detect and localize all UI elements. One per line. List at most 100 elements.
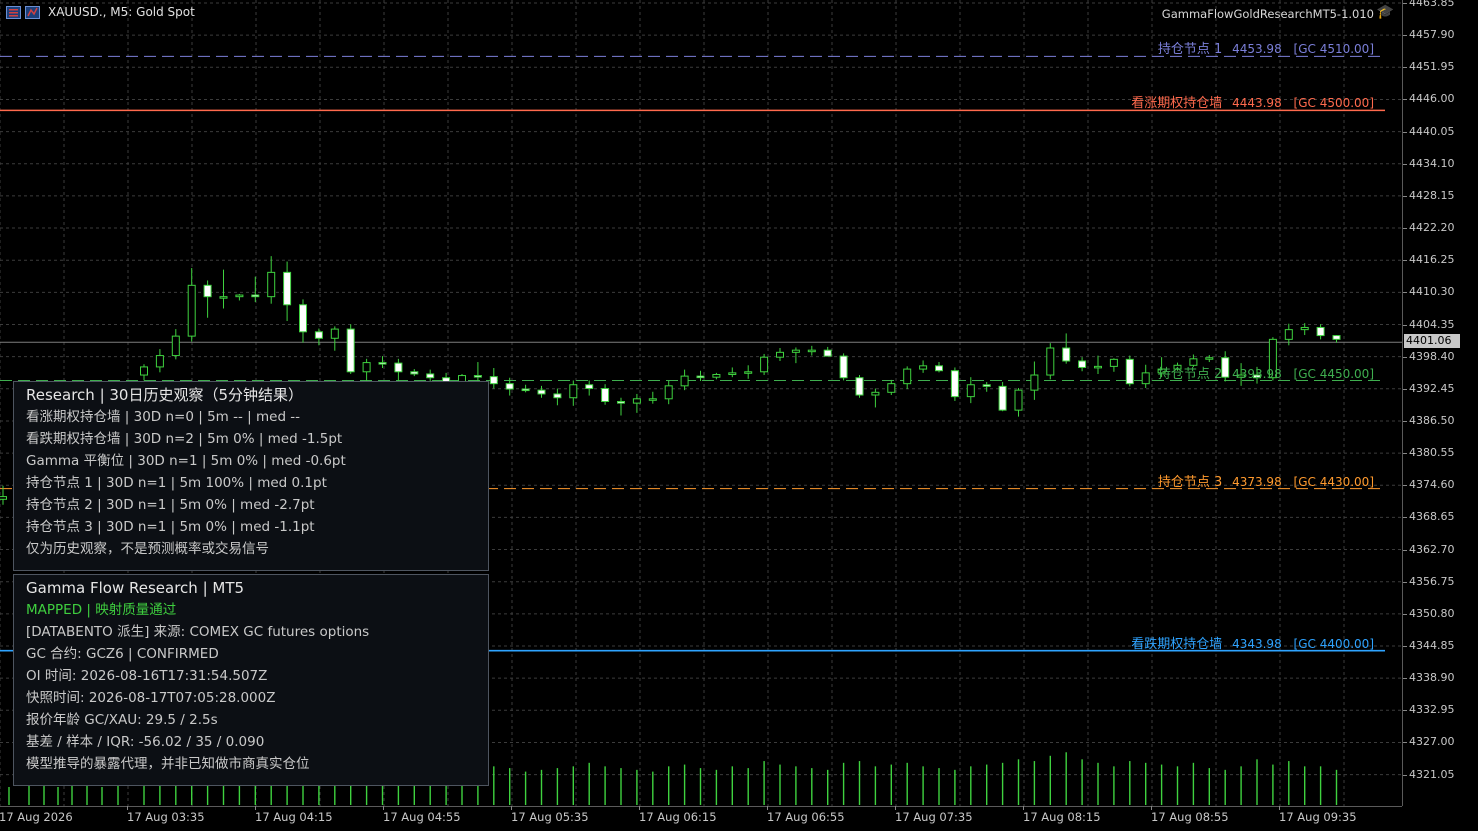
price-scale[interactable]: 4463.85 4457.90 4451.95 4446.00 4440.05 4434.… xyxy=(1402,0,1478,806)
candle xyxy=(553,388,562,406)
time-tick-label: 17 Aug 04:15 xyxy=(255,806,333,824)
candle xyxy=(1062,333,1071,364)
candle xyxy=(1078,357,1087,372)
candle xyxy=(299,299,307,343)
candle-body-down xyxy=(1332,335,1341,340)
candle xyxy=(855,375,864,398)
price-tick-label: 4457.90 xyxy=(1403,28,1455,42)
candle xyxy=(1316,324,1325,340)
candle xyxy=(760,353,769,376)
candle-body-down xyxy=(537,389,546,395)
candle-body-up xyxy=(648,398,657,401)
candle xyxy=(410,369,419,377)
level-label: 看涨期权持仓墙 4443.98 [GC 4500.00] xyxy=(1131,92,1374,111)
candle xyxy=(728,367,737,378)
panel-line: [DATABENTO 派生] 来源: COMEX GC futures opti… xyxy=(26,624,370,640)
level-name: 持仓节点 1 xyxy=(1157,42,1223,58)
price-tick-label: 4440.05 xyxy=(1403,124,1455,138)
flow-lines: [DATABENTO 派生] 来源: COMEX GC futures opti… xyxy=(26,621,476,775)
candle xyxy=(776,348,784,361)
time-axis[interactable]: 17 Aug 2026 17 Aug 03:35 17 Aug 04:15 17 Au… xyxy=(0,806,1402,831)
price-tick-label: 4321.05 xyxy=(1403,767,1455,781)
candle xyxy=(1094,355,1102,374)
level-label: 持仓节点 3 4373.98 [GC 4430.00] xyxy=(1158,471,1374,490)
candle xyxy=(791,347,800,364)
candle-body-down xyxy=(505,383,514,390)
price-tick-label: 4404.35 xyxy=(1403,317,1455,331)
level-gc-strike: [GC 4500.00] xyxy=(1289,96,1374,111)
expert-advisor-name[interactable]: GammaFlowGoldResearchMT5-1.010 xyxy=(1162,7,1374,21)
price-tick-label: 4410.30 xyxy=(1403,285,1455,299)
candle-body-up xyxy=(728,372,737,375)
time-tick-label: 17 Aug 09:35 xyxy=(1279,806,1357,824)
level-price: 4343.98 xyxy=(1228,636,1282,651)
candle-body-up xyxy=(664,385,673,400)
candle xyxy=(919,360,928,373)
candle xyxy=(632,393,641,413)
level-price: 4393.98 xyxy=(1228,366,1282,381)
candle xyxy=(378,356,387,368)
level-name: 持仓节点 2 xyxy=(1157,366,1223,382)
candle-body-down xyxy=(935,365,943,372)
level-label: 看跌期权持仓墙 4343.98 [GC 4400.00] xyxy=(1131,633,1374,652)
time-tick-label: 17 Aug 04:55 xyxy=(383,806,461,824)
one-click-trading-icon[interactable] xyxy=(6,5,21,19)
level-gc-strike: [GC 4400.00] xyxy=(1289,636,1374,651)
price-tick-label: 4332.95 xyxy=(1403,703,1455,717)
candle-body-up xyxy=(744,371,753,374)
candle-body-down xyxy=(950,370,959,398)
time-tick-label: 17 Aug 05:35 xyxy=(511,806,589,824)
flow-panel: Gamma Flow Research | MT5 MAPPED | 映射质量通… xyxy=(13,574,489,786)
candle-body-down xyxy=(410,371,419,375)
candle xyxy=(1030,361,1039,400)
candle-body-up xyxy=(1141,372,1150,385)
price-tick-label: 4327.00 xyxy=(1403,735,1455,749)
price-tick-label: 4434.10 xyxy=(1403,156,1455,170)
candle-body-up xyxy=(632,398,641,404)
candle-body-down xyxy=(283,271,292,306)
price-tick-label: 4344.85 xyxy=(1403,639,1455,652)
level-gc-strike: [GC 4430.00] xyxy=(1289,474,1374,489)
time-tick-label: 17 Aug 06:55 xyxy=(767,806,845,824)
candle xyxy=(489,367,498,389)
research-panel-title: Research | 30日历史观察（5分钟结果） xyxy=(26,386,304,404)
price-tick-label: 4386.50 xyxy=(1403,413,1455,427)
candle xyxy=(601,384,610,405)
candle-body-down xyxy=(855,377,864,396)
candle xyxy=(267,256,276,304)
candle-body-up xyxy=(267,271,276,298)
market-depth-icon[interactable] xyxy=(25,5,40,19)
panel-line: 看涨期权持仓墙 | 30D n=0 | 5m -- | med -- xyxy=(26,409,301,425)
candle xyxy=(982,382,991,392)
candle-body-down xyxy=(617,400,625,404)
candle-body-down xyxy=(585,384,594,390)
price-tick-label: 4380.55 xyxy=(1403,446,1455,460)
time-tick-label: 17 Aug 03:35 xyxy=(127,806,205,824)
candle xyxy=(171,329,180,360)
level-price: 4453.98 xyxy=(1228,42,1282,57)
panel-line: Gamma 平衡位 | 30D n=1 | 5m 0% | med -0.6pt xyxy=(26,453,346,469)
candle xyxy=(950,367,959,401)
price-tick-label: 4398.40 xyxy=(1403,349,1455,363)
candle-body-down xyxy=(1062,347,1071,362)
candle-body-up xyxy=(330,328,339,339)
candle xyxy=(1125,355,1134,387)
candle-body-down xyxy=(601,388,610,402)
candle xyxy=(187,268,196,342)
level-price: 4373.98 xyxy=(1228,474,1282,489)
candle xyxy=(617,397,625,416)
price-tick-label: 4368.65 xyxy=(1403,510,1455,524)
panel-line: 快照时间: 2026-08-17T07:05:28.000Z xyxy=(26,690,276,706)
price-tick-label: 4374.60 xyxy=(1403,478,1455,492)
candle xyxy=(871,388,880,408)
candle-body-up xyxy=(1030,374,1039,391)
candle xyxy=(251,276,260,303)
panel-line: GC 合约: GCZ6 | CONFIRMED xyxy=(26,646,219,662)
time-tick-label: 17 Aug 2026 xyxy=(0,810,73,824)
candle-body-up xyxy=(235,294,244,298)
candle xyxy=(283,261,292,321)
candle xyxy=(140,364,148,381)
time-tick-label: 17 Aug 06:15 xyxy=(639,806,717,824)
flow-panel-title: Gamma Flow Research | MT5 xyxy=(26,579,245,597)
candle-body-up xyxy=(966,384,975,398)
